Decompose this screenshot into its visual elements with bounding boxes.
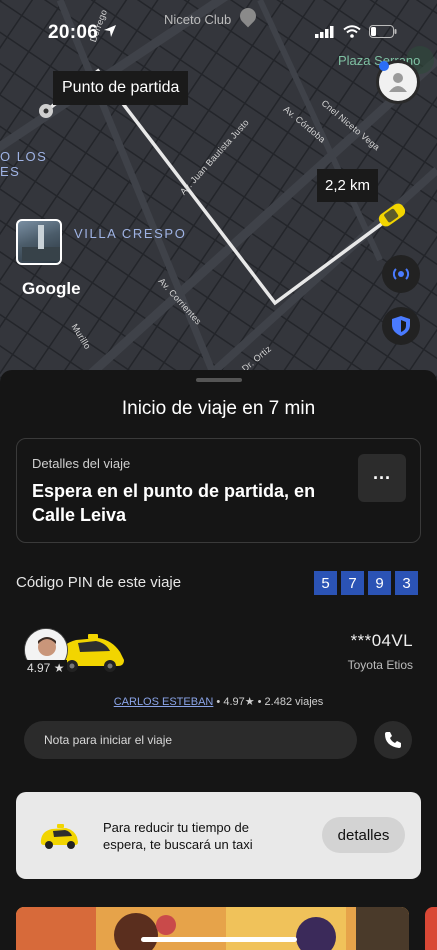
status-bar: 20:06 bbox=[0, 18, 437, 48]
pin-digit: 7 bbox=[341, 571, 364, 595]
banner-illustration bbox=[16, 907, 409, 950]
share-location-button[interactable] bbox=[382, 255, 420, 293]
pickup-note-placeholder: Nota para iniciar el viaje bbox=[44, 733, 173, 747]
promo-banner-next[interactable] bbox=[425, 907, 437, 950]
safety-shield-button[interactable] bbox=[382, 307, 420, 345]
taxi-promo-card[interactable]: Para reducir tu tiempo de espera, te bus… bbox=[16, 792, 421, 879]
taxi-promo-text: Para reducir tu tiempo de espera, te bus… bbox=[103, 820, 253, 852]
pickup-callout[interactable]: Punto de partida bbox=[53, 71, 189, 105]
battery-icon bbox=[369, 25, 397, 38]
screen: Dorrego Av. Córdoba Cnel Niceto Vega Av.… bbox=[0, 0, 437, 950]
neighborhood-label: VILLA CRESPO bbox=[74, 226, 187, 241]
pin-digit: 9 bbox=[368, 571, 391, 595]
driver-info-line: CARLOS ESTEBAN • 4.97★ • 2.482 viajes bbox=[0, 695, 437, 708]
trip-bottom-sheet[interactable]: Inicio de viaje en 7 min Detalles del vi… bbox=[0, 370, 437, 950]
place-label-partial-1: O LOS bbox=[0, 149, 48, 164]
street-view-thumbnail[interactable] bbox=[16, 219, 62, 265]
pin-code: 5 7 9 3 bbox=[314, 571, 418, 595]
wifi-icon bbox=[343, 25, 361, 38]
pin-label: Código PIN de este viaje bbox=[16, 574, 182, 591]
promo-details-button[interactable]: detalles bbox=[322, 817, 405, 853]
driver-stats: • 4.97★ • 2.482 viajes bbox=[213, 696, 324, 708]
pickup-note-input[interactable]: Nota para iniciar el viaje bbox=[24, 721, 357, 759]
phone-icon bbox=[385, 732, 401, 748]
call-driver-button[interactable] bbox=[374, 721, 412, 759]
status-time: 20:06 bbox=[48, 22, 99, 43]
google-logo: Google bbox=[22, 279, 81, 298]
home-indicator[interactable] bbox=[141, 937, 297, 942]
map-view[interactable]: Dorrego Av. Córdoba Cnel Niceto Vega Av.… bbox=[0, 0, 437, 390]
license-plate: ***04VL bbox=[350, 631, 413, 650]
more-options-button[interactable]: ··· bbox=[358, 454, 406, 502]
broadcast-icon bbox=[392, 268, 410, 280]
promo-banner-image[interactable] bbox=[16, 907, 409, 950]
driver-name-link[interactable]: CARLOS ESTEBAN bbox=[114, 696, 214, 708]
vehicle-model: Toyota Etios bbox=[347, 658, 413, 672]
trip-details-label: Detalles del viaje bbox=[32, 456, 131, 471]
notification-dot bbox=[379, 61, 389, 71]
trip-details-card[interactable]: Detalles del viaje Espera en el punto de… bbox=[16, 438, 421, 543]
profile-avatar-button[interactable] bbox=[376, 60, 420, 104]
trip-details-text: Espera en el punto de partida, en Calle … bbox=[32, 481, 316, 525]
shield-icon bbox=[392, 316, 410, 336]
place-label-partial-2: ES bbox=[0, 164, 21, 179]
person-icon bbox=[389, 73, 407, 92]
taxi-promo-icon bbox=[40, 824, 78, 849]
driver-rating-chip: 4.97 ★ bbox=[24, 660, 68, 676]
location-arrow-icon bbox=[104, 25, 116, 37]
pin-digit: 3 bbox=[395, 571, 418, 595]
pin-digit: 5 bbox=[314, 571, 337, 595]
trip-start-title: Inicio de viaje en 7 min bbox=[121, 398, 316, 419]
distance-callout: 2,2 km bbox=[317, 169, 379, 202]
taxi-car-icon bbox=[378, 203, 406, 227]
signal-icon bbox=[315, 25, 334, 38]
sheet-drag-handle[interactable] bbox=[196, 378, 242, 382]
